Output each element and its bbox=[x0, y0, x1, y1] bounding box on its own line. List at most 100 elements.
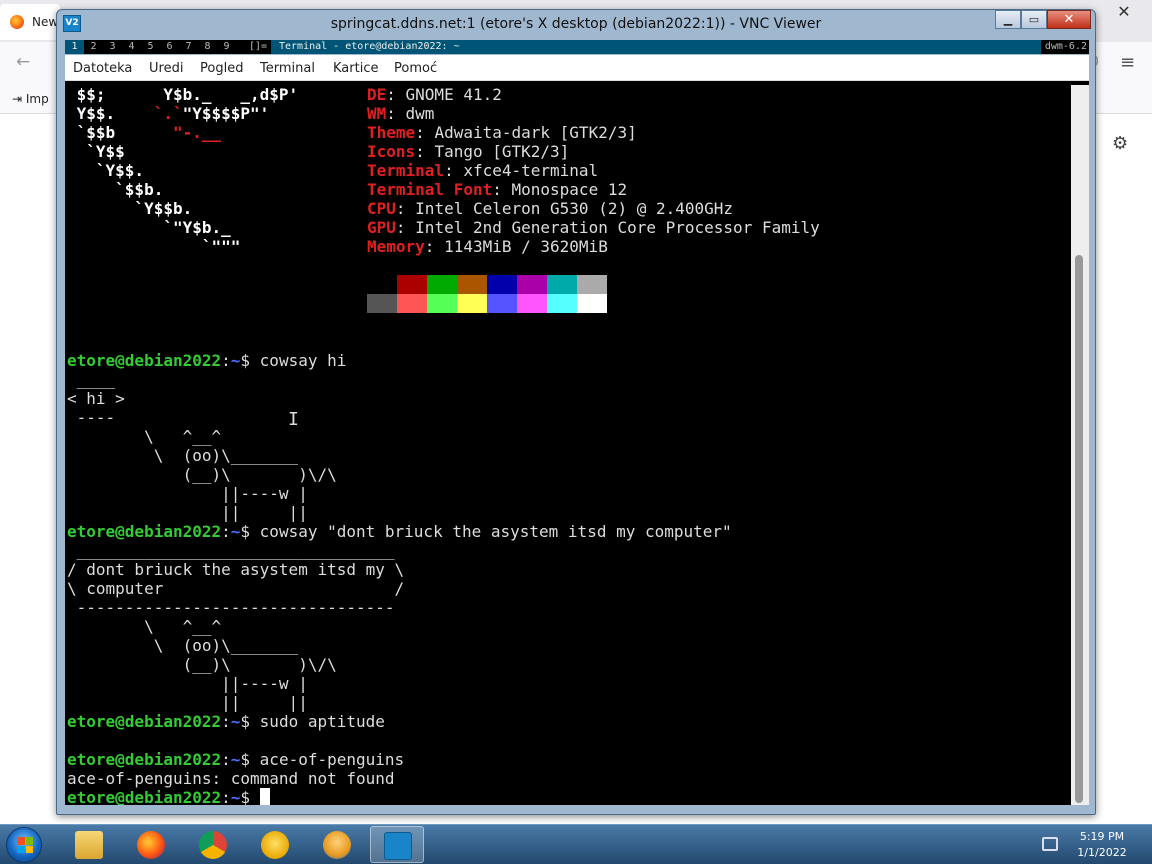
info-key: Memory bbox=[367, 237, 425, 256]
dwm-tag-5[interactable]: 5 bbox=[141, 40, 160, 54]
dwm-layout-symbol[interactable]: []= bbox=[249, 40, 271, 54]
info-line: GPU: Intel 2nd Generation Core Processor… bbox=[367, 218, 820, 237]
info-key: GPU bbox=[367, 218, 396, 237]
dwm-tag-7[interactable]: 7 bbox=[179, 40, 198, 54]
minimize-button[interactable]: ▁ bbox=[995, 10, 1021, 29]
taskbar-thunderbird[interactable] bbox=[310, 826, 364, 863]
color-swatch bbox=[397, 275, 427, 294]
taskbar-firefox[interactable] bbox=[124, 826, 178, 863]
cow-line: ---- bbox=[67, 408, 116, 427]
gear-icon[interactable]: ⚙ bbox=[1112, 133, 1128, 154]
logo-line: `Y$$b. bbox=[67, 199, 193, 218]
cow-line: || || bbox=[67, 503, 308, 522]
info-line: CPU: Intel Celeron G530 (2) @ 2.400GHz bbox=[367, 199, 733, 218]
logo-line: $$; Y$b._ _,d$P' bbox=[67, 85, 299, 104]
cow-line: \ (oo)\_______ bbox=[67, 636, 299, 655]
cow-line: || || bbox=[67, 693, 308, 712]
arrow-left-icon[interactable]: ← bbox=[16, 52, 30, 72]
close-button[interactable]: ✕ bbox=[1047, 10, 1091, 29]
info-value: : Intel 2nd Generation Core Processor Fa… bbox=[395, 218, 820, 237]
info-line: Terminal: xfce4-terminal bbox=[367, 161, 598, 180]
smiley-icon bbox=[261, 831, 289, 859]
color-swatch bbox=[367, 294, 397, 313]
dwm-tag-6[interactable]: 6 bbox=[160, 40, 179, 54]
error-line: ace-of-penguins: command not found bbox=[67, 769, 395, 788]
color-swatch bbox=[427, 275, 457, 294]
prompt-user: etore@debian2022 bbox=[67, 750, 222, 769]
logo-line: Y$$. `.`"Y$$$$P"' bbox=[67, 104, 270, 123]
prompt-line: etore@debian2022:~$ bbox=[67, 788, 270, 805]
taskbar-chrome[interactable] bbox=[186, 826, 240, 863]
menu-uredi[interactable]: Uredi bbox=[149, 61, 183, 76]
network-icon[interactable] bbox=[1042, 837, 1058, 851]
command-text: ace-of-penguins bbox=[259, 750, 405, 769]
info-value: : GNOME 41.2 bbox=[386, 85, 502, 104]
cow-line: \ computer / bbox=[67, 579, 405, 598]
clock-date: 1/1/2022 bbox=[1077, 846, 1127, 859]
info-key: WM bbox=[367, 104, 387, 123]
info-line: Theme: Adwaita-dark [GTK2/3] bbox=[367, 123, 637, 142]
hamburger-icon[interactable]: ≡ bbox=[1120, 52, 1135, 73]
terminal-scrollbar[interactable] bbox=[1071, 85, 1089, 805]
close-icon[interactable]: ✕ bbox=[1096, 0, 1152, 24]
menu-datoteka[interactable]: Datoteka bbox=[73, 61, 132, 76]
taskbar-vnc-viewer[interactable] bbox=[370, 826, 424, 863]
vnc-titlebar[interactable]: V2 springcat.ddns.net:1 (etore's X deskt… bbox=[57, 10, 1095, 38]
dwm-tag-1[interactable]: 1 bbox=[65, 40, 84, 54]
info-key: Terminal bbox=[367, 161, 445, 180]
color-swatch bbox=[397, 294, 427, 313]
prompt-line: etore@debian2022:~$ sudo aptitude bbox=[67, 712, 385, 731]
import-bookmarks-link[interactable]: ⇥ Imp bbox=[12, 92, 49, 106]
dwm-tag-4[interactable]: 4 bbox=[122, 40, 141, 54]
system-clock[interactable]: 5:19 PM 1/1/2022 bbox=[1064, 829, 1140, 861]
dwm-bar: 1 2 3 4 5 6 7 8 9 []= Terminal - etore@d… bbox=[65, 40, 1089, 54]
color-palette-row-2 bbox=[367, 294, 607, 313]
info-line: Memory: 1143MiB / 3620MiB bbox=[367, 237, 608, 256]
maximize-button[interactable]: ▭ bbox=[1021, 10, 1047, 29]
info-key: Theme bbox=[367, 123, 416, 142]
text-cursor bbox=[259, 788, 270, 805]
prompt-line: etore@debian2022:~$ ace-of-penguins bbox=[67, 750, 404, 769]
menu-kartice[interactable]: Kartice bbox=[333, 61, 378, 76]
menu-pomoc[interactable]: Pomoć bbox=[394, 61, 437, 76]
taskbar-explorer[interactable] bbox=[62, 826, 116, 863]
prompt-path: ~ bbox=[230, 522, 241, 541]
browser-tab-label: New bbox=[32, 15, 59, 29]
dwm-tag-2[interactable]: 2 bbox=[84, 40, 103, 54]
prompt-path: ~ bbox=[230, 351, 241, 370]
color-swatch bbox=[517, 275, 547, 294]
start-button[interactable] bbox=[6, 827, 42, 863]
scrollbar-thumb[interactable] bbox=[1075, 255, 1083, 803]
cow-line: (__)\ )\/\ bbox=[67, 655, 337, 674]
dwm-tag-9[interactable]: 9 bbox=[217, 40, 236, 54]
info-key: CPU bbox=[367, 199, 396, 218]
color-swatch bbox=[577, 275, 607, 294]
info-value: : Monospace 12 bbox=[492, 180, 628, 199]
terminal-menubar: Datoteka Uredi Pogled Terminal Kartice P… bbox=[65, 55, 1089, 81]
cow-line: --------------------------------- bbox=[67, 598, 395, 617]
menu-terminal[interactable]: Terminal bbox=[260, 61, 315, 76]
dwm-tag-3[interactable]: 3 bbox=[103, 40, 122, 54]
prompt-dollar: $ bbox=[240, 712, 260, 731]
info-value: : Tango [GTK2/3] bbox=[415, 142, 570, 161]
mail-bird-icon bbox=[323, 831, 351, 859]
dwm-status: dwm-6.2 bbox=[1044, 41, 1087, 52]
prompt-path: ~ bbox=[230, 712, 241, 731]
dwm-tag-8[interactable]: 8 bbox=[198, 40, 217, 54]
desktop: New ← 0 ≡ ⇥ Imp ⚙ ✕ V2 springcat.ddns.ne… bbox=[0, 0, 1152, 864]
info-value: : 1143MiB / 3620MiB bbox=[424, 237, 608, 256]
terminal-output[interactable]: $$; Y$b._ _,d$P' Y$$. `.`"Y$$$$P"' `$$b … bbox=[67, 85, 1071, 805]
info-line: DE: GNOME 41.2 bbox=[367, 85, 502, 104]
taskbar-cheese[interactable] bbox=[248, 826, 302, 863]
logo-line: `$$b. bbox=[67, 180, 164, 199]
color-swatch bbox=[427, 294, 457, 313]
cow-line: \ ^__^ bbox=[67, 427, 222, 446]
prompt-user: etore@debian2022 bbox=[67, 712, 222, 731]
color-swatch bbox=[517, 294, 547, 313]
browser-tab[interactable]: New bbox=[0, 4, 60, 40]
ibeam-cursor-icon: I bbox=[288, 409, 299, 430]
menu-pogled[interactable]: Pogled bbox=[200, 61, 243, 76]
prompt-dollar: $ bbox=[240, 750, 260, 769]
color-palette-row-1 bbox=[367, 275, 607, 294]
info-value: : Intel Celeron G530 (2) @ 2.400GHz bbox=[395, 199, 734, 218]
